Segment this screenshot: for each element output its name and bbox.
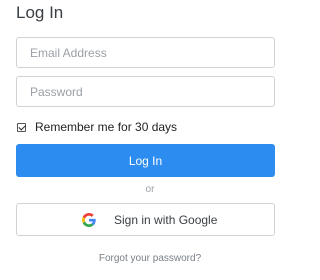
google-signin-button[interactable]: Sign in with Google [16,203,275,236]
remember-me-label: Remember me for 30 days [35,120,178,134]
login-button[interactable]: Log In [16,144,275,177]
email-field[interactable] [16,37,275,68]
page-title: Log In [16,3,64,22]
google-g-icon [82,213,96,227]
google-signin-label: Sign in with Google [114,213,218,227]
remember-me-row[interactable]: Remember me for 30 days [17,119,177,135]
remember-me-checkbox[interactable] [17,122,26,132]
forgot-password-link[interactable]: Forgot your password? [0,253,300,264]
or-divider: or [145,184,155,195]
password-field[interactable] [16,76,275,107]
